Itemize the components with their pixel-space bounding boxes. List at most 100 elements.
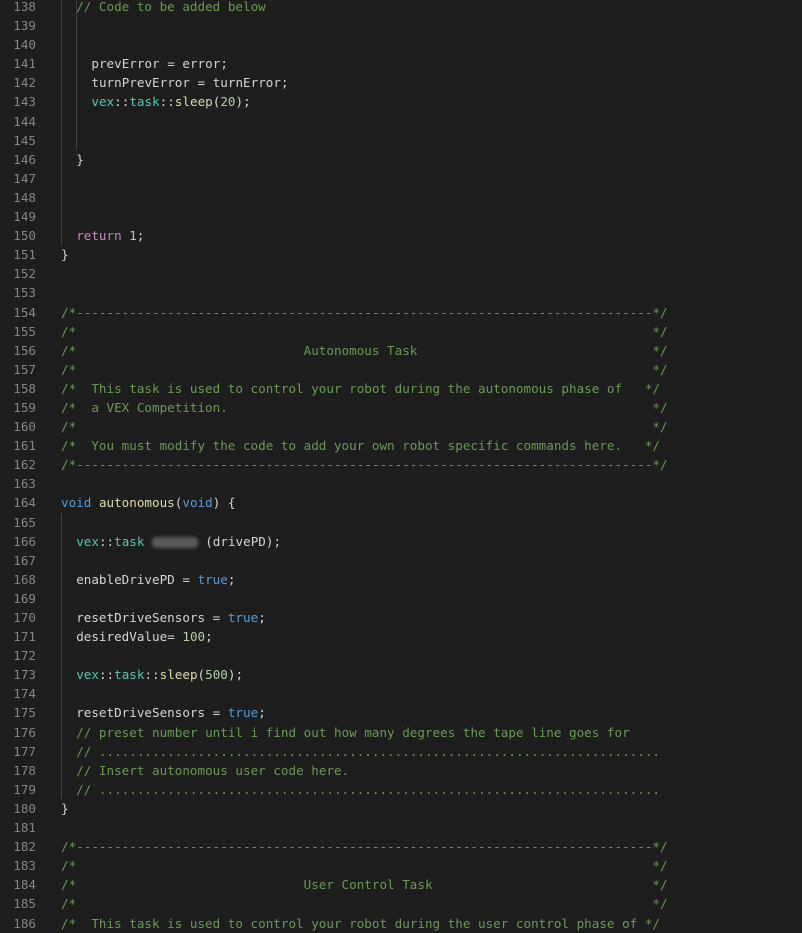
line-code: resetDriveSensors = true; [76,608,266,627]
code-line[interactable]: 155 /* */ [0,322,802,341]
code-token: 1 [129,228,137,244]
code-line[interactable]: 159 /* a VEX Competition. */ [0,398,802,417]
line-number: 165 [13,514,36,530]
code-line[interactable]: 142 turnPrevError = turnError; [0,73,802,93]
code-line[interactable]: 150 return 1; [0,226,802,246]
code-token: /* */ [61,896,668,912]
code-line[interactable]: 140 [0,35,802,55]
line-number: 175 [13,705,36,721]
code-line[interactable]: 149 [0,207,802,227]
code-line[interactable]: 158 /* This task is used to control your … [0,379,802,398]
line-number: 153 [13,285,36,301]
code-line[interactable]: 148 [0,187,802,208]
line-number: 180 [13,800,36,816]
code-token: /*--------------------------------------… [61,304,668,320]
code-token: /* This task is used to control your rob… [61,915,660,931]
code-line[interactable]: 167 [0,550,802,570]
code-line[interactable]: 173 vex::task::sleep(500); [0,665,802,685]
code-line[interactable]: 182 /*-----------------------------------… [0,837,802,856]
code-token: ) { [212,495,236,511]
line-number: 171 [13,629,36,645]
code-token: ; [136,228,145,244]
code-token: = [167,629,183,645]
code-line[interactable]: 151} [0,245,802,264]
code-line[interactable]: 154 /*-----------------------------------… [0,303,802,322]
code-token: ; [205,629,213,645]
line-code: /* */ [61,894,668,913]
code-line[interactable]: 177 // ..................................… [0,741,802,761]
code-line[interactable]: 161 /* You must modify the code to add yo… [0,436,802,455]
code-token: prevError [91,56,160,72]
indent-guide [61,531,62,551]
code-line[interactable]: 185 /* */ [0,894,802,913]
code-line[interactable]: 169 [0,588,802,608]
code-line[interactable]: 180} [0,799,802,818]
code-token: task [114,533,145,549]
code-line[interactable]: 160 /* */ [0,417,802,436]
code-token: ); [227,667,244,683]
code-line[interactable]: 145 [0,130,802,150]
indent-guide [61,207,62,227]
code-line[interactable]: 162 /*-----------------------------------… [0,455,802,474]
line-number: 179 [13,781,36,797]
code-line[interactable]: 143 vex::task::sleep(20); [0,92,802,112]
code-token: /* a VEX Competition. */ [61,399,668,415]
code-editor[interactable]: 138 // Code to be added below 139 140 141 pre… [0,0,802,933]
code-line[interactable]: 164 void autonomous(void) { [0,493,802,512]
code-line[interactable]: 183 /* */ [0,856,802,875]
code-line[interactable]: 186 /* This task is used to control your … [0,914,802,933]
line-number: 163 [13,476,36,492]
code-line[interactable]: 181 [0,818,802,837]
line-code: /* */ [61,360,668,379]
indent-guide [61,54,62,74]
code-line[interactable]: 147 [0,168,802,188]
code-token: ; [227,571,236,587]
code-line[interactable]: 176 // preset number until i find out how… [0,722,802,742]
line-number: 170 [13,610,36,625]
code-line[interactable]: 139 [0,16,802,36]
code-token: (drivePD); [197,533,282,549]
indent-guide [61,16,62,36]
code-line[interactable]: 178 // Insert autonomous user code here. [0,760,802,780]
line-number: 160 [13,419,36,435]
code-line[interactable]: 175 resetDriveSensors = true; [0,703,802,723]
code-token: ; [258,705,266,721]
code-line[interactable]: 163 [0,474,802,493]
code-token: // .....................................… [76,781,661,797]
line-code: vex::task::sleep(500); [76,665,243,684]
line-number: 162 [13,457,36,473]
code-token: /* User Control Task */ [61,877,668,893]
code-token: :: [98,533,115,549]
code-line[interactable]: 170 resetDriveSensors = true; [0,608,802,628]
code-token: // Insert autonomous user code here. [76,762,350,778]
line-code: } [61,245,69,264]
code-line[interactable]: 171 desiredValue= 100; [0,627,802,647]
code-line[interactable]: 166 vex::task (drivePD); [0,531,802,551]
code-line[interactable]: 184 /* User Control Task */ [0,875,802,894]
code-line[interactable]: 138 // Code to be added below [0,0,802,17]
code-line[interactable]: 156 /* Autonomous Task */ [0,341,802,360]
code-line[interactable]: 144 [0,111,802,131]
code-line[interactable]: 152 [0,264,802,283]
code-line[interactable]: 146} [0,149,802,169]
code-line[interactable]: 174 [0,684,802,704]
code-line[interactable]: 168 enableDrivePD = true; [0,569,802,589]
code-line[interactable]: 141 prevError = error; [0,54,802,74]
code-token: /*--------------------------------------… [61,457,668,473]
line-code: void autonomous(void) { [61,493,235,512]
indent-guide [61,779,62,799]
line-code: return 1; [76,226,144,245]
code-line[interactable]: 179 // ..................................… [0,779,802,799]
code-line[interactable]: 165 [0,512,802,532]
code-line[interactable]: 153 [0,283,802,302]
code-token: // Code to be added below [76,0,266,14]
code-token: // preset number until i find out how ma… [76,724,630,740]
code-token: ); [235,94,251,110]
code-line[interactable]: 172 [0,646,802,666]
code-line[interactable]: 157 /* */ [0,360,802,379]
indent-guide [76,16,78,36]
line-number: 176 [13,724,36,740]
line-number: 186 [13,915,36,931]
code-token: = [174,571,198,587]
